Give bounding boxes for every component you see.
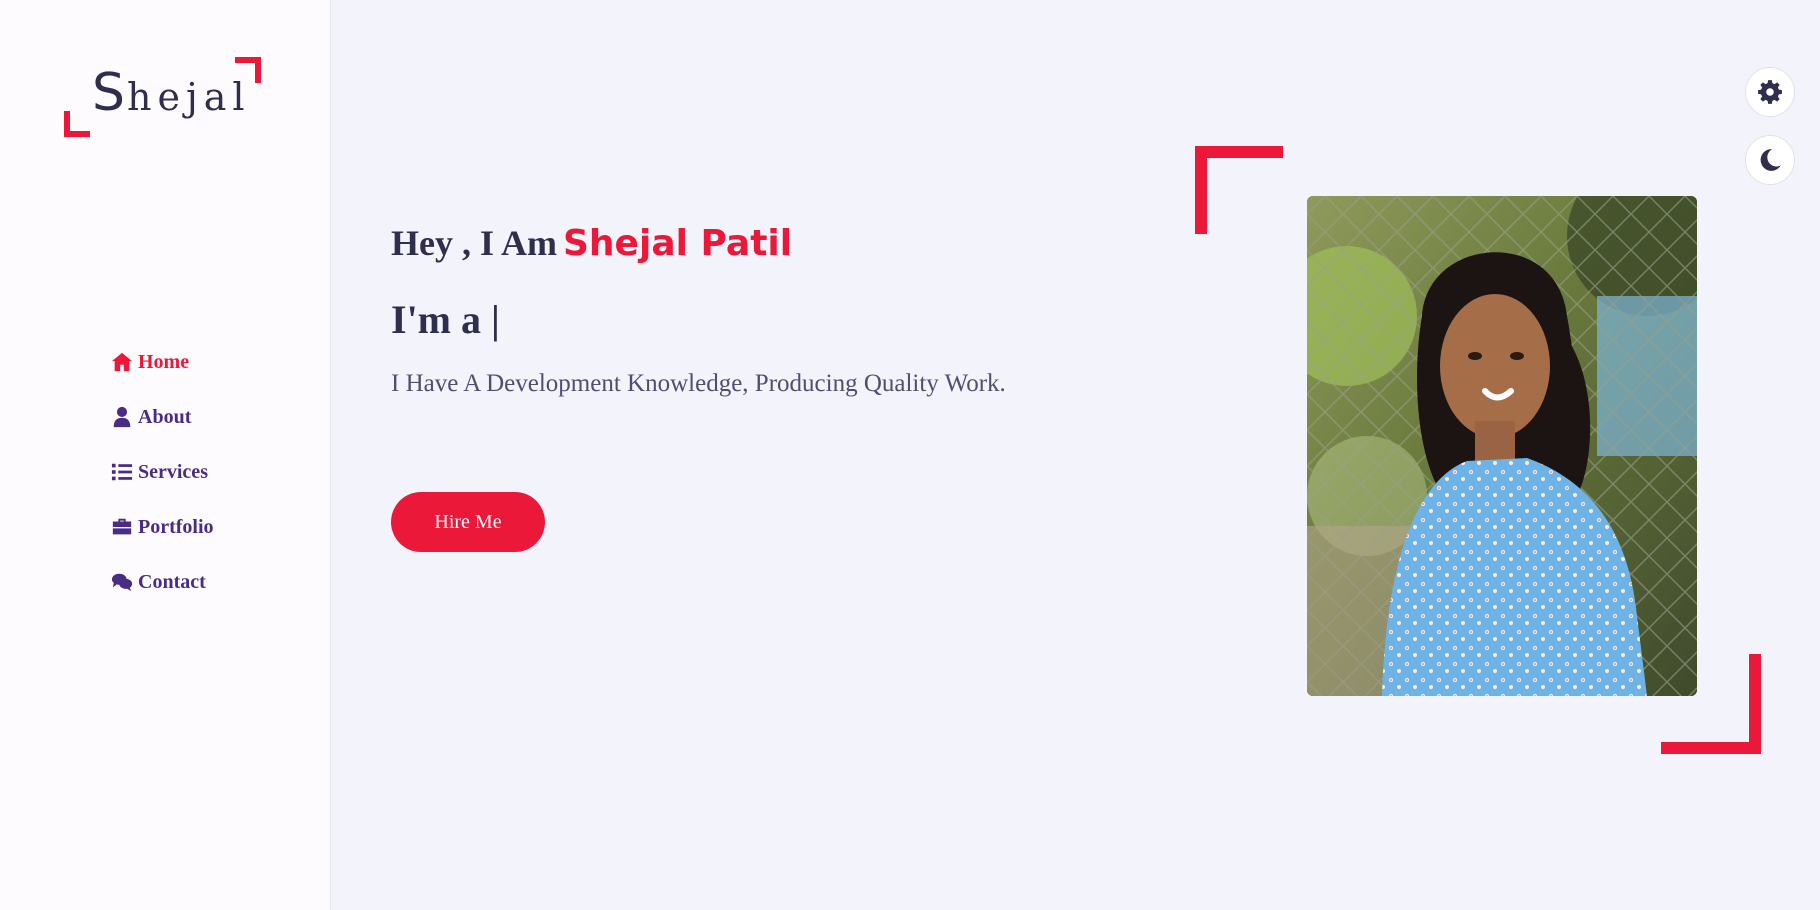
nav-item-about[interactable]: About (111, 406, 214, 461)
nav-item-label: Home (138, 351, 190, 373)
nav-item-label: Portfolio (138, 516, 214, 538)
logo[interactable]: Shejal (64, 57, 261, 137)
main-nav: Home About Services Portfolio Contact (111, 351, 214, 626)
profile-photo (1307, 196, 1697, 696)
list-icon (111, 461, 133, 483)
sidebar: Shejal Home About Services Portfolio Con… (0, 0, 331, 910)
nav-item-home[interactable]: Home (111, 351, 214, 406)
nav-item-label: Services (138, 461, 208, 483)
hero-role: I'm a | (391, 297, 500, 342)
nav-item-services[interactable]: Services (111, 461, 214, 516)
settings-button[interactable] (1745, 67, 1795, 117)
moon-icon (1757, 147, 1783, 173)
photo-bracket-top-left (1195, 146, 1283, 234)
gear-icon (1757, 79, 1783, 105)
hero-name: Shejal Patil (563, 223, 793, 264)
nav-item-portfolio[interactable]: Portfolio (111, 516, 214, 571)
briefcase-icon (111, 516, 133, 538)
chat-icon (111, 571, 133, 593)
logo-corner-bottom-left (64, 111, 90, 137)
nav-item-contact[interactable]: Contact (111, 571, 214, 626)
logo-first-letter: S (92, 63, 128, 123)
hire-me-button[interactable]: Hire Me (391, 492, 545, 552)
hero-greeting: Hey , I Am Shejal Patil (391, 222, 792, 264)
hero-tagline: I Have A Development Knowledge, Producin… (391, 370, 1006, 397)
theme-toggle-button[interactable] (1745, 135, 1795, 185)
nav-item-label: Contact (138, 571, 206, 593)
logo-text: Shejal (92, 63, 251, 123)
logo-rest: hejal (127, 75, 251, 119)
home-icon (111, 351, 133, 373)
nav-item-label: About (138, 406, 192, 428)
greeting-prefix: Hey , I Am (391, 223, 557, 263)
user-icon (111, 406, 133, 428)
